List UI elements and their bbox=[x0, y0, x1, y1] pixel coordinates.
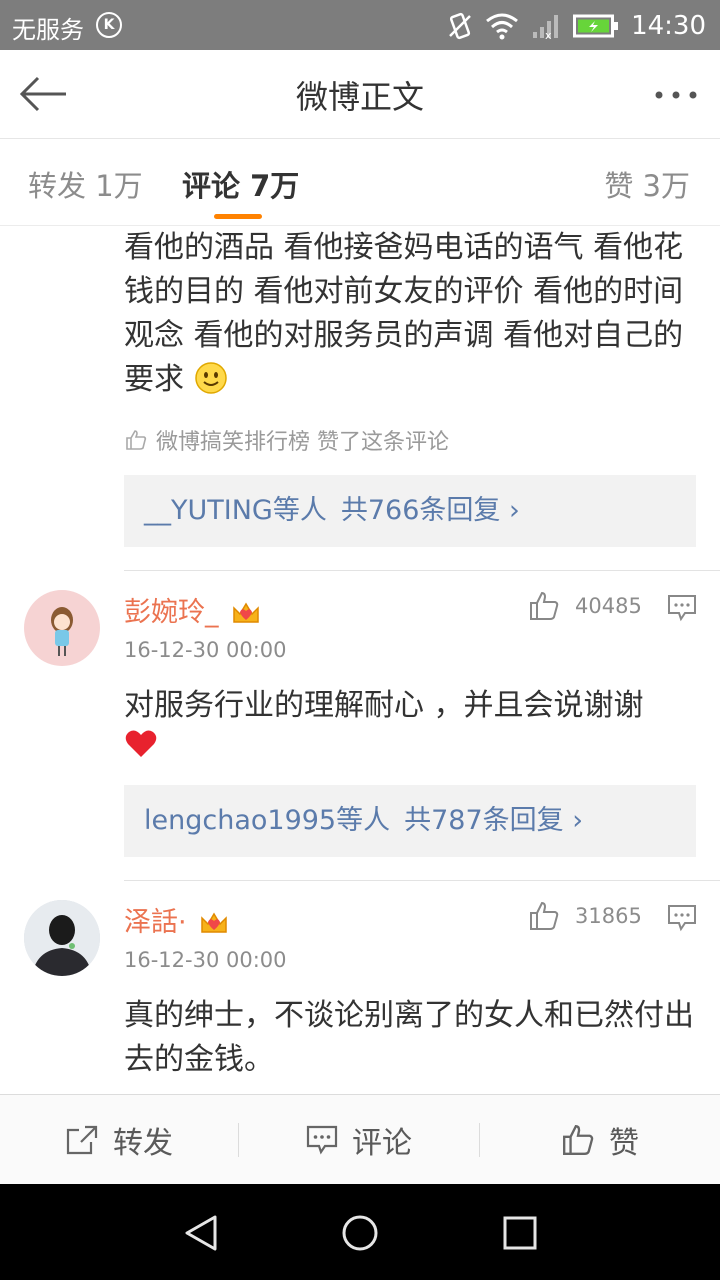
tab-likes[interactable]: 赞 3万 bbox=[604, 163, 690, 205]
comment-date: 16-12-30 00:00 bbox=[124, 948, 287, 972]
comment-text: 真的绅士，不谈论别离了的女人和已然付出去的金钱。 bbox=[124, 998, 694, 1077]
comment-list[interactable]: 看他的酒品 看他接爸妈电话的语气 看他花钱的目的 看他对前女友的评价 看他的时间… bbox=[0, 226, 720, 1094]
vip-crown-icon bbox=[201, 912, 227, 933]
bottom-action-bar: 转发 评论 赞 bbox=[0, 1094, 720, 1185]
like-button[interactable]: 赞 bbox=[480, 1095, 720, 1185]
page-title: 微博正文 bbox=[295, 78, 424, 116]
comment-label: 评论 bbox=[352, 1126, 412, 1161]
comment-button[interactable]: 评论 bbox=[239, 1095, 479, 1185]
reply-bubble-icon[interactable] bbox=[667, 904, 697, 932]
like-thumb-icon[interactable] bbox=[528, 590, 560, 622]
replies-summary[interactable]: __YUTING等人 共766条回复 › bbox=[124, 475, 696, 547]
liked-by-text: 微博搞笑排行榜 赞了这条评论 bbox=[156, 430, 449, 455]
system-nav-bar bbox=[0, 1184, 720, 1280]
avatar[interactable] bbox=[24, 590, 100, 666]
like-thumb-icon[interactable] bbox=[528, 900, 560, 932]
reply-bubble-icon[interactable] bbox=[667, 594, 697, 622]
vip-crown-icon bbox=[233, 602, 259, 623]
comment-bubble-icon bbox=[306, 1125, 338, 1155]
tab-bar: 转发 1万 评论 7万 赞 3万 bbox=[0, 139, 720, 226]
forward-label: 转发 bbox=[113, 1126, 173, 1161]
thumb-up-outline-icon bbox=[126, 430, 147, 450]
vibrate-icon bbox=[449, 12, 471, 40]
reply-count: 共766条回复 › bbox=[340, 495, 520, 526]
like-count: 40485 bbox=[575, 594, 642, 618]
like-label: 赞 bbox=[609, 1126, 639, 1161]
reply-users: lengchao1995等人 bbox=[144, 805, 391, 836]
divider bbox=[124, 570, 720, 571]
nav-bar: 微博正文 bbox=[0, 50, 720, 139]
svg-text:x: x bbox=[545, 29, 552, 40]
avatar-image bbox=[24, 900, 100, 976]
avatar[interactable] bbox=[24, 900, 100, 976]
username[interactable]: 泽話· bbox=[124, 900, 229, 939]
clock: 14:30 bbox=[631, 11, 706, 41]
nav-back-icon[interactable] bbox=[182, 1214, 220, 1252]
reply-count: 共787条回复 › bbox=[404, 805, 584, 836]
smile-emoji-icon bbox=[194, 362, 227, 394]
battery-icon bbox=[573, 14, 619, 38]
active-tab-indicator bbox=[214, 214, 262, 219]
nav-home-icon[interactable] bbox=[341, 1214, 379, 1252]
more-options-icon[interactable] bbox=[654, 80, 698, 110]
forward-button[interactable]: 转发 bbox=[0, 1095, 238, 1185]
tab-forward[interactable]: 转发 1万 bbox=[28, 163, 143, 205]
thumb-up-icon bbox=[563, 1125, 594, 1155]
comment-date: 16-12-30 00:00 bbox=[124, 638, 287, 662]
signal-icon: x bbox=[533, 15, 559, 40]
nav-recents-icon[interactable] bbox=[502, 1215, 538, 1251]
username[interactable]: 彭婉玲_ bbox=[124, 590, 261, 629]
k-badge-icon: K bbox=[96, 12, 122, 38]
red-heart-icon bbox=[125, 730, 157, 757]
comment-text: 对服务行业的理解耐心 ，并且会说谢谢 bbox=[124, 684, 698, 772]
carrier-text: 无服务 bbox=[12, 16, 84, 44]
reply-users: __YUTING等人 bbox=[144, 495, 327, 526]
like-count: 31865 bbox=[575, 904, 642, 928]
wifi-icon bbox=[486, 13, 518, 40]
avatar-image bbox=[51, 607, 73, 656]
tab-comments[interactable]: 评论 7万 bbox=[182, 163, 299, 205]
comment-text: 看他的酒品 看他接爸妈电话的语气 看他花钱的目的 看他对前女友的评价 看他的时间… bbox=[124, 230, 684, 397]
status-bar: 无服务 K x 14:30 bbox=[0, 0, 720, 50]
replies-summary[interactable]: lengchao1995等人 共787条回复 › bbox=[124, 785, 696, 857]
divider bbox=[124, 880, 720, 881]
liked-by-note: 微博搞笑排行榜 赞了这条评论 bbox=[124, 424, 449, 456]
share-arrow-icon bbox=[66, 1125, 98, 1155]
